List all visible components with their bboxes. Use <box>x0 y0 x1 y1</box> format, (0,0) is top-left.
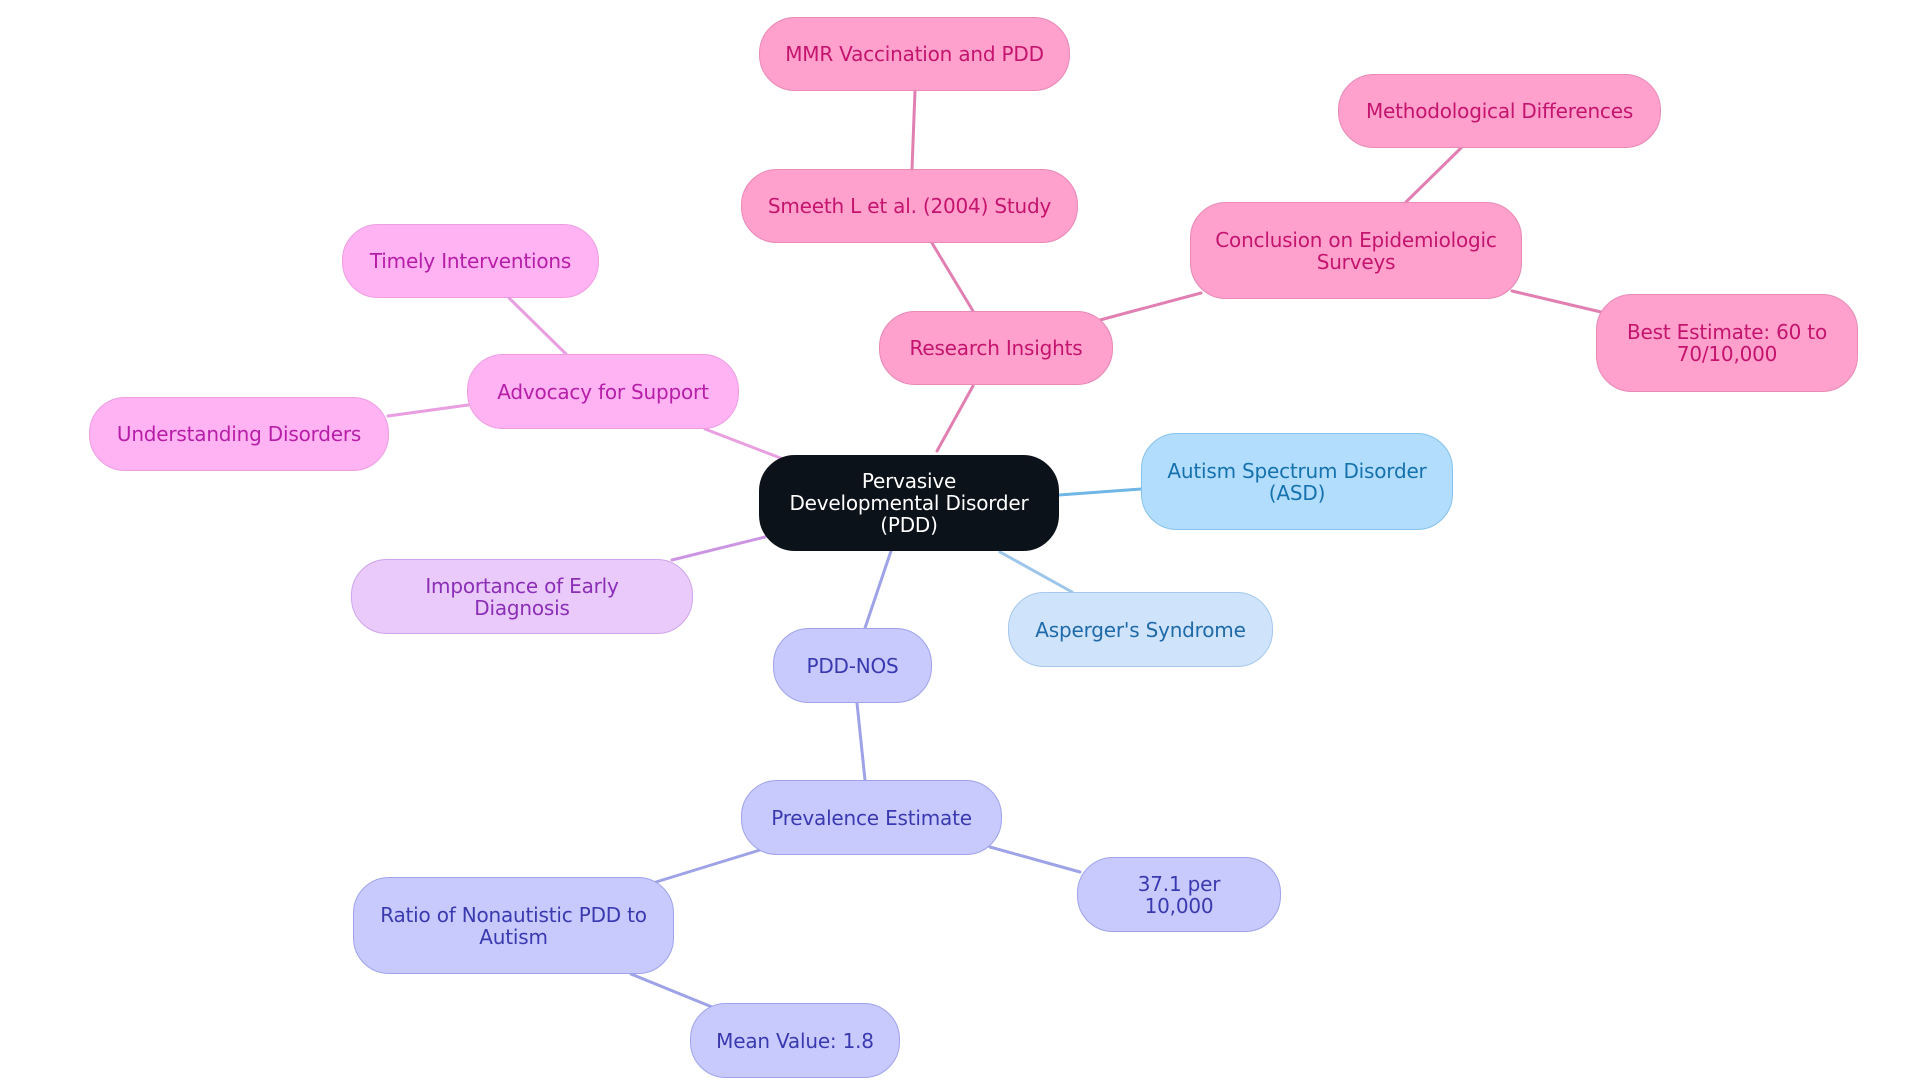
edge-smeeth-to-mmr <box>910 89 917 171</box>
mindmap-node-advocacy[interactable]: Advocacy for Support <box>467 354 739 429</box>
node-label: PDD-NOS <box>806 653 899 678</box>
node-label: Ratio of Nonautistic PDD to Autism <box>380 902 647 949</box>
edge-root-to-pddnos <box>863 549 893 630</box>
node-label: Advocacy for Support <box>497 379 709 404</box>
mindmap-node-ratio[interactable]: Ratio of Nonautistic PDD to Autism <box>353 877 674 974</box>
node-label: Understanding Disorders <box>116 422 362 446</box>
mindmap-node-method[interactable]: Methodological Differences <box>1338 74 1661 148</box>
edge-pddnos-to-prevalence <box>855 701 867 782</box>
mindmap-node-best[interactable]: Best Estimate: 60 to 70/10,000 <box>1596 294 1858 392</box>
edge-root-to-advocacy <box>703 427 785 461</box>
edge-root-to-asperger <box>998 550 1074 594</box>
mindmap-node-pddnos[interactable]: PDD-NOS <box>773 628 932 703</box>
mindmap-node-asd[interactable]: Autism Spectrum Disorder (ASD) <box>1141 433 1453 530</box>
mindmap-node-asperger[interactable]: Asperger's Syndrome <box>1008 592 1273 667</box>
edge-root-to-early <box>670 535 767 562</box>
edge-conclusion-to-best <box>1510 289 1603 314</box>
edge-prevalence-to-ratio <box>654 848 762 884</box>
mindmap-node-timely[interactable]: Timely Interventions <box>342 224 599 298</box>
node-label: Autism Spectrum Disorder (ASD) <box>1167 458 1427 505</box>
mindmap-root-node[interactable]: Pervasive Developmental Disorder (PDD) <box>759 455 1059 551</box>
node-label: Asperger's Syndrome <box>1035 617 1246 642</box>
edge-research-to-smeeth <box>930 241 975 313</box>
node-label: Smeeth L et al. (2004) Study <box>767 194 1052 218</box>
node-label: Importance of Early Diagnosis <box>425 573 619 620</box>
node-label: Conclusion on Epidemiologic Surveys <box>1215 227 1497 274</box>
edge-prevalence-to-rate <box>988 845 1082 874</box>
node-label: Research Insights <box>909 336 1083 360</box>
mindmap-node-smeeth[interactable]: Smeeth L et al. (2004) Study <box>741 169 1078 243</box>
edge-root-to-asd <box>1057 487 1143 497</box>
node-label: Mean Value: 1.8 <box>716 1028 874 1053</box>
node-label: Pervasive Developmental Disorder (PDD) <box>789 469 1029 537</box>
mindmap-node-mean[interactable]: Mean Value: 1.8 <box>690 1003 900 1078</box>
node-label: 37.1 per 10,000 <box>1137 871 1221 918</box>
mindmap-node-prevalence[interactable]: Prevalence Estimate <box>741 780 1002 855</box>
node-label: MMR Vaccination and PDD <box>785 42 1044 66</box>
node-label: Best Estimate: 60 to 70/10,000 <box>1627 320 1827 366</box>
mindmap-node-rate[interactable]: 37.1 per 10,000 <box>1077 857 1281 932</box>
mindmap-node-early[interactable]: Importance of Early Diagnosis <box>351 559 693 634</box>
node-label: Prevalence Estimate <box>771 805 972 830</box>
mindmap-node-mmr[interactable]: MMR Vaccination and PDD <box>759 17 1070 91</box>
mindmap-canvas: Pervasive Developmental Disorder (PDD) Re… <box>0 0 1920 1083</box>
mindmap-node-understanding[interactable]: Understanding Disorders <box>89 397 389 471</box>
mindmap-node-research[interactable]: Research Insights <box>879 311 1113 385</box>
edge-conclusion-to-method <box>1404 146 1463 204</box>
node-label: Methodological Differences <box>1365 99 1634 123</box>
edge-advocacy-to-timely <box>507 296 568 356</box>
edge-research-to-conclusion <box>1098 291 1203 322</box>
edge-advocacy-to-understanding <box>386 403 470 418</box>
edge-ratio-to-mean <box>629 972 714 1009</box>
edge-root-to-research <box>935 384 975 453</box>
node-label: Timely Interventions <box>369 249 572 273</box>
mindmap-node-conclusion[interactable]: Conclusion on Epidemiologic Surveys <box>1190 202 1522 299</box>
